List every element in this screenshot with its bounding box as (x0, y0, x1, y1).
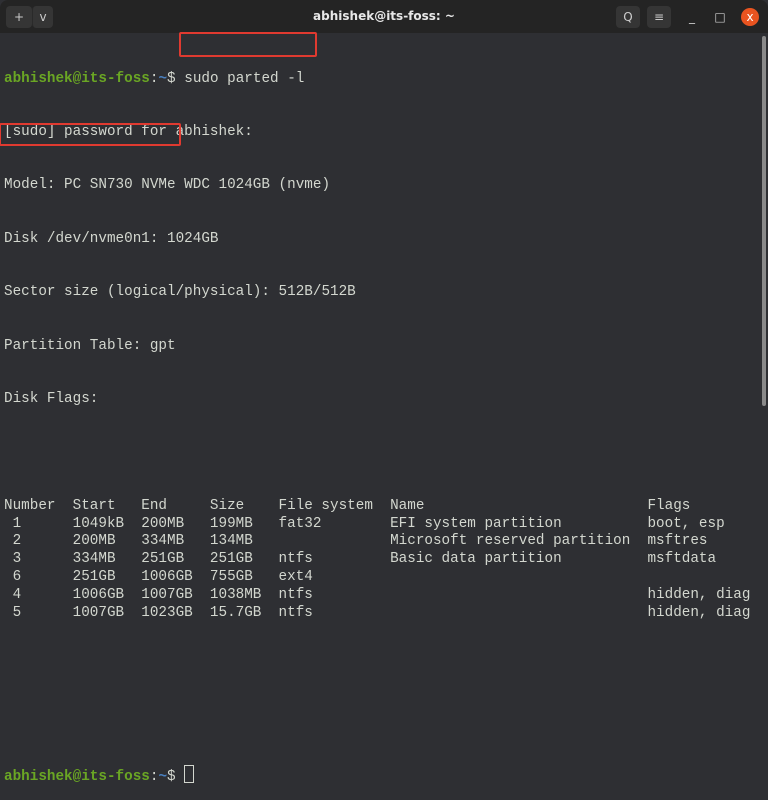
table-row: 2 200MB 334MB 134MB Microsoft reserved parti… (4, 533, 708, 551)
maximize-icon: □ (714, 10, 726, 24)
minimize-icon: _ (689, 10, 695, 24)
close-icon: x (746, 10, 754, 24)
table-cell: EFI system partition (390, 515, 562, 532)
table-cell: 1007GB (141, 586, 193, 603)
title-bar: + v abhishek@its-foss: ~ Q ≡ _ □ x (0, 0, 768, 33)
table-cell: ntfs (278, 604, 313, 621)
prompt-symbol: $ (167, 70, 176, 87)
output-line: Disk Flags: (4, 390, 99, 407)
table-cell: ntfs (278, 551, 313, 568)
table-cell: 134MB (209, 533, 253, 550)
table-cell: 4 (4, 586, 22, 603)
menu-button[interactable]: ≡ (647, 6, 671, 28)
output-line: Disk /dev/nvme0n1: 1024GB (4, 230, 219, 247)
prompt-user: abhishek@its-foss (4, 70, 150, 87)
table-cell: 1049kB (72, 515, 125, 532)
table-cell: Name (390, 497, 425, 514)
table-cell: Flags (647, 497, 691, 514)
table-row: 4 1006GB 1007GB 1038MB ntfs hidden, diag (4, 586, 751, 605)
table-cell: 15.7GB (209, 604, 262, 621)
table-cell: ext4 (278, 568, 313, 585)
table-row: 6 251GB 1006GB 755GB ext4 (4, 569, 356, 587)
search-icon: Q (623, 10, 633, 24)
prompt-user: abhishek@its-foss (4, 768, 150, 785)
cursor (184, 764, 195, 783)
table-cell: 1006GB (141, 568, 193, 585)
prompt-line: abhishek@its-foss:~$ sudo parted -l (4, 71, 356, 89)
table-cell: 6 (4, 568, 22, 585)
table-cell: boot, esp (647, 515, 725, 532)
output-line: Sector size (logical/physical): 512B/512… (4, 284, 356, 301)
table-cell: 251GB (141, 551, 185, 568)
table-cell: 3 (4, 551, 22, 568)
table-cell: File system (278, 497, 373, 514)
output-line: Model: PC SN730 NVMe WDC 1024GB (nvme) (4, 177, 331, 194)
table-row: 5 1007GB 1023GB 15.7GB ntfs hidden, diag (4, 604, 751, 623)
table-cell: 251GB (209, 551, 253, 568)
output-line: Partition Table: gpt (4, 337, 176, 354)
table-cell: Number (4, 497, 56, 514)
table-cell: End (141, 497, 168, 514)
maximize-button[interactable]: □ (711, 8, 729, 26)
table-cell: 200MB (141, 515, 185, 532)
table-cell: 755GB (209, 568, 253, 585)
table-cell: fat32 (278, 515, 322, 532)
hamburger-icon: ≡ (653, 10, 665, 24)
prompt-symbol: $ (167, 768, 176, 785)
table-cell: 200MB (72, 533, 116, 550)
table-cell: 1023GB (141, 604, 193, 621)
table-cell: 1006GB (72, 586, 125, 603)
search-button[interactable]: Q (616, 6, 640, 28)
table-cell: Start (72, 497, 116, 514)
table-header: Number Start End Size File system Name Flags (4, 497, 690, 516)
close-button[interactable]: x (741, 8, 759, 26)
table-cell: 334MB (72, 551, 116, 568)
command-text: sudo parted -l (184, 70, 305, 87)
table-cell: Basic data partition (390, 551, 562, 568)
table-row: 1 1049kB 200MB 199MB fat32 EFI system partiti… (4, 515, 725, 534)
table-cell: 5 (4, 604, 22, 621)
table-row: 3 334MB 251GB 251GB ntfs Basic data partition… (4, 551, 717, 569)
table-cell: 1007GB (72, 604, 125, 621)
table-cell: Size (209, 497, 245, 514)
table-cell: ntfs (278, 586, 313, 603)
table-cell: 251GB (72, 568, 116, 585)
table-cell: 2 (4, 533, 22, 550)
highlight-command (179, 32, 317, 57)
prompt-line: abhishek@its-foss:~$ (4, 764, 356, 785)
minimize-button[interactable]: _ (683, 8, 701, 26)
highlight-partition-table (0, 123, 181, 146)
table-cell: 1 (4, 515, 22, 532)
table-cell: Microsoft reserved partition (390, 533, 631, 550)
table-cell: msftdata (647, 551, 717, 568)
table-cell: hidden, diag (647, 604, 751, 621)
scrollbar[interactable] (762, 36, 766, 406)
terminal-output[interactable]: abhishek@its-foss:~$ sudo parted -l [sud… (4, 35, 751, 800)
prompt-sep: : (149, 768, 159, 785)
table-cell: 199MB (209, 515, 253, 532)
prompt-path: ~ (158, 70, 168, 87)
table-cell: hidden, diag (647, 586, 751, 603)
prompt-path: ~ (158, 768, 168, 785)
table-cell: 334MB (141, 533, 185, 550)
table-cell: msftres (647, 533, 708, 550)
partition-table: Number Start End Size File system Name Flags 1… (4, 497, 751, 623)
table-cell: 1038MB (209, 586, 262, 603)
